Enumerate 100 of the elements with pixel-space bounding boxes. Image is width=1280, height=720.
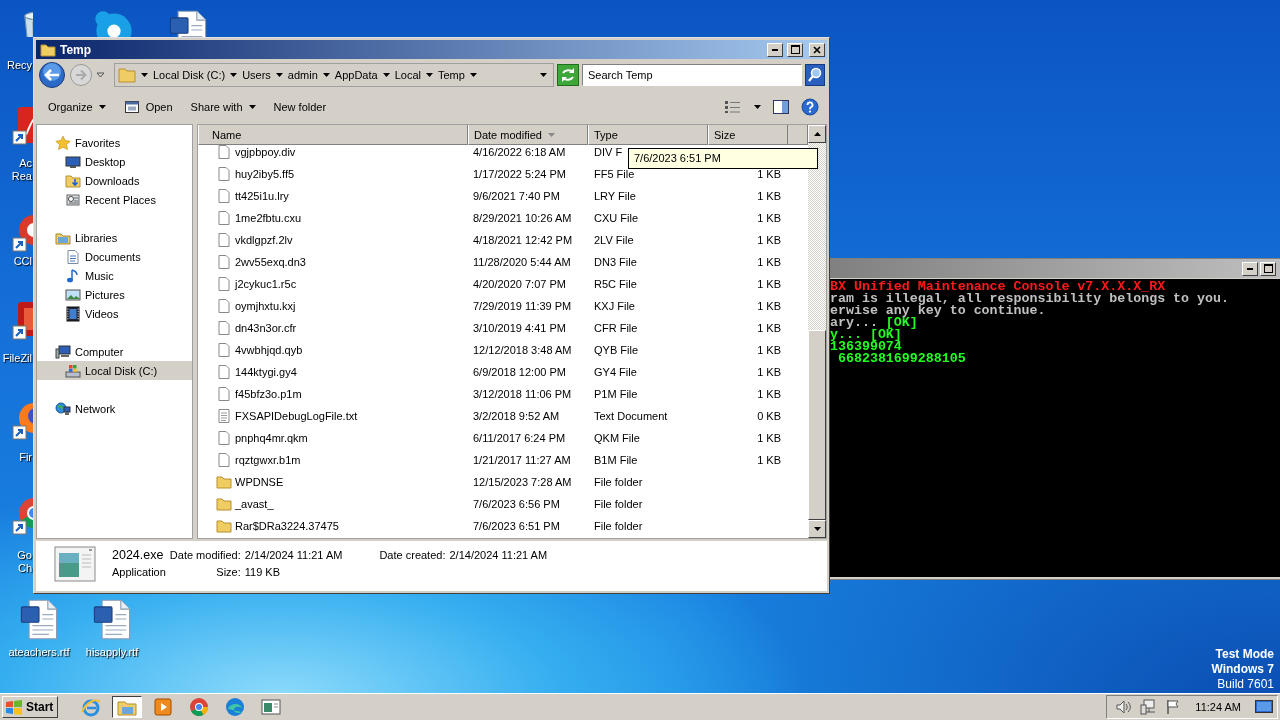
taskbar-button[interactable] [112,696,143,718]
view-options-icon[interactable] [724,100,742,114]
nav-item[interactable]: Local Disk (C:) [37,361,192,380]
nav-item[interactable]: Downloads [37,171,192,190]
clock[interactable]: 11:24 AM [1195,701,1241,713]
caret-icon[interactable] [754,105,761,109]
size-cell-text: 1 KB [756,300,782,312]
nav-item[interactable]: Computer [37,342,192,361]
caret-icon[interactable] [141,73,148,77]
breadcrumb-item[interactable]: AppData [334,69,378,81]
desktop-icon-label: CCl [12,255,32,268]
flag-icon[interactable] [1165,699,1182,715]
toolbar-button[interactable]: Share with [190,96,256,118]
tooltip: 7/6/2023 6:51 PM [628,148,818,169]
breadcrumb-item[interactable]: Temp [437,69,465,81]
caret-icon[interactable] [540,73,547,77]
down-arrow-icon [813,527,821,531]
back-button[interactable] [38,61,66,89]
console-text: 6682381699288105 [836,353,966,365]
breadcrumb-item[interactable]: admin [287,69,318,81]
windows-logo-icon [5,699,23,715]
file-name: 1me2fbtu.cxu [235,212,302,224]
desktop-icon-label: Fir [18,451,32,464]
column-header[interactable]: Type [588,125,708,145]
column-header[interactable]: Size [708,125,788,145]
file-icon [216,342,232,358]
breadcrumb-item[interactable]: Users [242,69,271,81]
column-header[interactable]: Date modified [468,125,588,145]
date-cell-text: 12/12/2018 3:48 AM [472,344,573,356]
console-text: ary... [830,317,878,329]
file-icon [216,386,232,402]
show-desktop-icon[interactable] [1255,699,1273,715]
nav-item[interactable]: Documents [37,247,192,266]
computer-icon [55,343,71,360]
caret-icon[interactable] [469,73,477,77]
caret-icon[interactable] [230,73,238,77]
scroll-up-button[interactable] [808,125,826,143]
nav-item[interactable]: Network [37,399,192,418]
date-cell-text: 7/29/2019 11:39 PM [472,300,573,312]
help-icon[interactable] [801,98,819,116]
nav-item[interactable]: Videos [37,304,192,323]
caret-icon[interactable] [425,73,433,77]
file-name: dn43n3or.cfr [235,322,297,334]
network-icon[interactable] [1139,699,1158,715]
nav-item[interactable]: Favorites [37,133,192,152]
date-cell-text: 9/6/2021 7:40 PM [472,190,561,202]
column-header[interactable]: Name [198,125,468,145]
globe-icon [55,400,71,417]
text-file-icon [216,408,232,424]
address-bar[interactable]: Local Disk (C:) Users admin AppData Local Temp [114,63,554,87]
maximize-button[interactable] [1260,261,1276,276]
caret-icon[interactable] [382,73,390,77]
toolbar-button[interactable]: New folder [273,96,327,118]
file-name: 144ktygi.gy4 [235,366,297,378]
toolbar-button[interactable]: Organize [48,96,106,118]
file-icon [216,166,232,182]
type-cell-text: File folder [593,498,644,510]
file-name: WPDNSE [235,476,284,488]
close-button[interactable] [809,42,825,57]
file-name: huy2iby5.ff5 [235,168,295,180]
nav-item[interactable]: Pictures [37,285,192,304]
file-name: pnphq4mr.qkm [235,432,308,444]
window-icon [260,696,283,718]
maximize-button[interactable] [787,42,803,57]
search-field[interactable]: Search Temp [582,64,802,86]
caret-icon [98,105,106,109]
nav-item[interactable]: Desktop [37,152,192,171]
search-button[interactable] [805,64,825,86]
start-button[interactable]: Start [2,696,59,718]
type-cell-text: B1M File [593,454,639,466]
drive-icon [65,362,81,379]
scrollbar-thumb[interactable] [808,330,826,520]
type-cell-text: Text Document [593,410,669,422]
minimize-button[interactable] [1242,261,1258,276]
refresh-button[interactable] [557,64,579,86]
console-text: [OK] [885,317,918,329]
file-name: f45bfz3o.p1m [235,388,302,400]
date-cell-text: 1/21/2017 11:27 AM [472,454,572,466]
caret-icon[interactable] [275,73,283,77]
speaker-icon[interactable] [1115,699,1132,715]
desktop-icon-label: ateachers.rtf [7,646,71,659]
scroll-down-button[interactable] [808,520,826,538]
minimize-icon [772,48,778,51]
nav-item[interactable]: Music [37,266,192,285]
breadcrumb-item[interactable]: Local Disk (C:) [153,69,226,81]
size-cell-text: 1 KB [756,454,782,466]
breadcrumb-item[interactable]: Local [394,69,421,81]
music-note-icon [65,267,81,284]
preview-pane-icon[interactable] [773,99,789,115]
nav-item[interactable]: Recent Places [37,190,192,209]
caret-icon[interactable] [322,73,330,77]
browser-icon [224,696,247,718]
nav-item[interactable]: Libraries [37,228,192,247]
desktop-icon-label: Ac [18,157,32,170]
toolbar-button[interactable]: Open [123,96,173,118]
size-cell-text: 1 KB [756,432,782,444]
size-cell-text: 0 KB [756,410,782,422]
size-cell-text: 1 KB [756,168,782,180]
minimize-button[interactable] [767,42,783,57]
date-cell-text: 8/29/2021 10:26 AM [472,212,573,224]
